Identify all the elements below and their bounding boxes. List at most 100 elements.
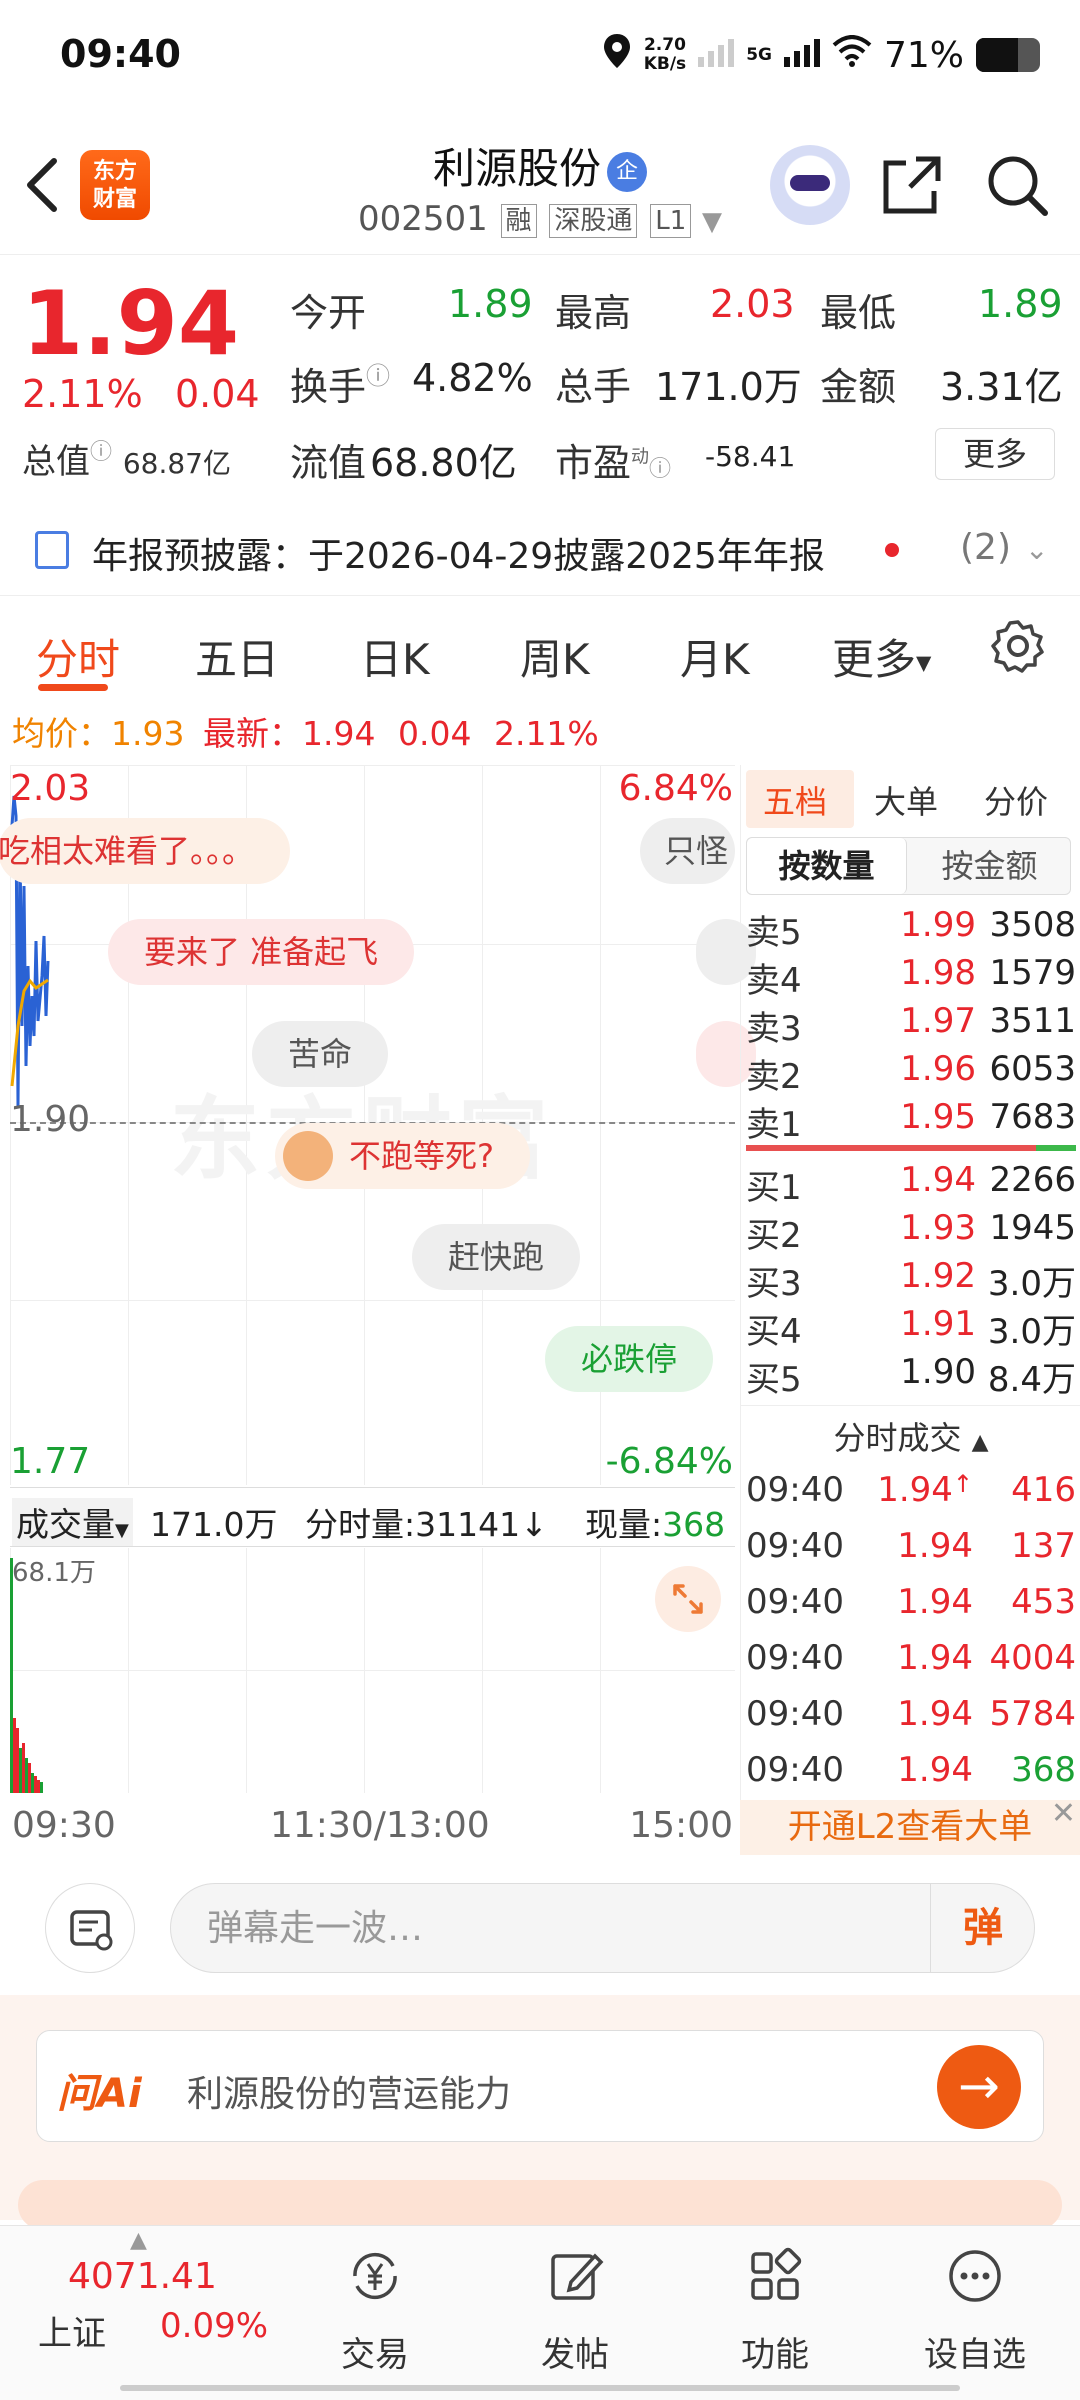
danmu-bubble: 要来了 准备起飞 [108,919,415,985]
order-price: 1.94 [900,1160,976,1200]
tab-daily-k[interactable]: 日K [360,626,430,687]
trade-volume: 368 [1011,1750,1076,1790]
sell-order-row[interactable]: 卖1 1.95 7683 [741,1097,1080,1145]
subtab-by-quantity[interactable]: 按数量 [747,838,907,894]
tab-big-orders[interactable]: 大单 [874,777,938,823]
sell-order-row[interactable]: 卖3 1.97 3511 [741,1001,1080,1049]
order-volume: 8.4万 [987,1360,1076,1400]
nav-functions[interactable]: 功能 [700,2246,850,2376]
order-volume: 2266 [989,1160,1076,1200]
tab-intraday[interactable]: 分时 [36,626,120,687]
order-volume: 3.0万 [987,1264,1076,1304]
stock-code: 002501 [357,199,488,239]
pe-value: -58.41 [705,440,796,473]
trade-volume: 453 [1011,1582,1076,1622]
trade-row: 09:40 1.94 453 [741,1582,1080,1637]
ai-assistant-avatar[interactable] [770,145,850,225]
status-bar: 09:40 2.70 KB/s 5G 71% [0,0,1080,115]
low-label: 最低 [820,291,897,335]
order-price: 1.93 [900,1208,976,1248]
ai-submit-button[interactable]: → [937,2045,1021,2129]
buy-order-row[interactable]: 买1 1.94 2266 [741,1160,1080,1208]
trade-time: 09:40 [746,1638,844,1678]
expand-button[interactable] [655,1566,721,1632]
sell-order-row[interactable]: 卖4 1.98 1579 [741,953,1080,1001]
market-cap[interactable]: 总值ⓘ 68.87亿 [22,434,231,483]
search-button[interactable] [985,153,1055,223]
tab-weekly-k[interactable]: 周K [520,626,590,687]
float-cap-label: 流值 [290,441,367,485]
share-icon [883,156,941,214]
sell-order-row[interactable]: 卖5 1.99 3508 [741,905,1080,953]
enterprise-badge: 企 [607,151,647,192]
tab-five-day[interactable]: 五日 [195,626,279,687]
trade-price: 1.94 [897,1638,973,1678]
document-icon [35,531,69,569]
pe-label[interactable]: 市盈动ⓘ [555,432,671,487]
turnover-label[interactable]: 换手ⓘ [290,356,390,411]
bid-ask-ratio-bar-buy [1036,1145,1076,1151]
sell-order-row[interactable]: 卖2 1.96 6053 [741,1049,1080,1097]
expand-icon [673,1584,703,1614]
trade-time: 09:40 [746,1470,844,1510]
low-value: 1.89 [978,282,1063,326]
grid-icon [751,2247,802,2300]
index-pct: 0.09% [160,2306,269,2346]
edit-icon [551,2253,604,2300]
trades-title[interactable]: 分时成交 ▲ [741,1413,1080,1459]
current-volume: 现量:368 [585,1505,726,1544]
order-price: 1.90 [900,1352,976,1392]
order-book-panel: 五档 大单 分价 按数量 按金额 卖5 1.99 3508 卖4 1.98 1579 卖3 1… [740,765,1080,1855]
order-level-label: 买2 [746,1216,802,1256]
chart-settings-button[interactable] [990,618,1046,684]
tab-more[interactable]: 更多▼ [832,626,931,687]
announcement-bar[interactable]: 年报预披露：于2026-04-29披露2025年年报 (2) ⌄ [0,515,1080,585]
info-icon: ⓘ [366,362,391,390]
volume-chart[interactable]: 68.1万 [10,1548,735,1793]
ai-question-box[interactable]: 问Ai 利源股份的营运能力 → [36,2030,1044,2142]
order-level-label: 卖3 [746,1009,802,1049]
time-start: 09:30 [12,1805,116,1846]
buy-order-row[interactable]: 买2 1.93 1945 [741,1208,1080,1256]
order-volume: 6053 [989,1049,1076,1089]
volume-header: 成交量▼ 171.0万 分时量:31141↓ 现量:368 [10,1487,735,1547]
tab-price-dist[interactable]: 分价 [984,777,1048,823]
chevron-down-icon: ⌄ [1025,533,1049,566]
battery-icon [976,38,1040,72]
danmu-settings-button[interactable] [45,1883,135,1973]
index-ticker[interactable]: ▲ 4071.41 上证 0.09% [0,2226,300,2376]
nav-add-watchlist[interactable]: 设自选 [900,2246,1050,2376]
close-icon[interactable]: ✕ [1051,1786,1076,1841]
danmu-settings-icon [70,1910,113,1951]
danmu-send-button[interactable]: 弹 [930,1883,1035,1973]
intraday-info-line: 均价：1.93 最新：1.94 0.04 2.11% [12,714,599,753]
volume-indicator-dropdown[interactable]: 成交量▼ [12,1498,133,1546]
buy-order-row[interactable]: 买4 1.91 3.0万 [741,1304,1080,1352]
search-icon [988,156,1048,216]
order-price: 1.91 [900,1304,976,1344]
y-axis-mid: 1.90 [10,1099,91,1140]
trade-row: 09:40 1.94 137 [741,1526,1080,1581]
trade-price: 1.94 [897,1694,973,1734]
buy-order-row[interactable]: 买5 1.90 8.4万 [741,1352,1080,1400]
trade-time: 09:40 [746,1582,844,1622]
index-name: 上证 [38,2314,106,2354]
order-book-subtabs: 按数量 按金额 [746,837,1071,895]
subtab-by-amount[interactable]: 按金额 [907,838,1072,894]
signal-strong-icon [783,35,820,76]
trade-time: 09:40 [746,1526,844,1566]
buy-order-row[interactable]: 买3 1.92 3.0万 [741,1256,1080,1304]
float-cap-value: 68.80亿 [370,441,517,485]
share-button[interactable] [880,153,950,223]
high-label: 最高 [555,291,632,335]
l2-upgrade-banner[interactable]: 开通L2查看大单 ✕ [740,1796,1080,1855]
trade-volume: 4004 [989,1638,1076,1678]
tab-level5[interactable]: 五档 [763,777,827,823]
nav-post[interactable]: 发帖 [500,2246,650,2376]
danmu-input[interactable]: 弹幕走一波… [170,1883,1035,1973]
tab-monthly-k[interactable]: 月K [680,626,750,687]
nav-trade[interactable]: 交易 [300,2246,450,2376]
intraday-chart[interactable]: 东方财富 2.03 6.84% 1.90 1.77 -6.84% 吃相太难看了。… [0,765,756,1485]
more-quote-button[interactable]: 更多 [935,428,1055,480]
order-level-label: 买3 [746,1264,802,1304]
